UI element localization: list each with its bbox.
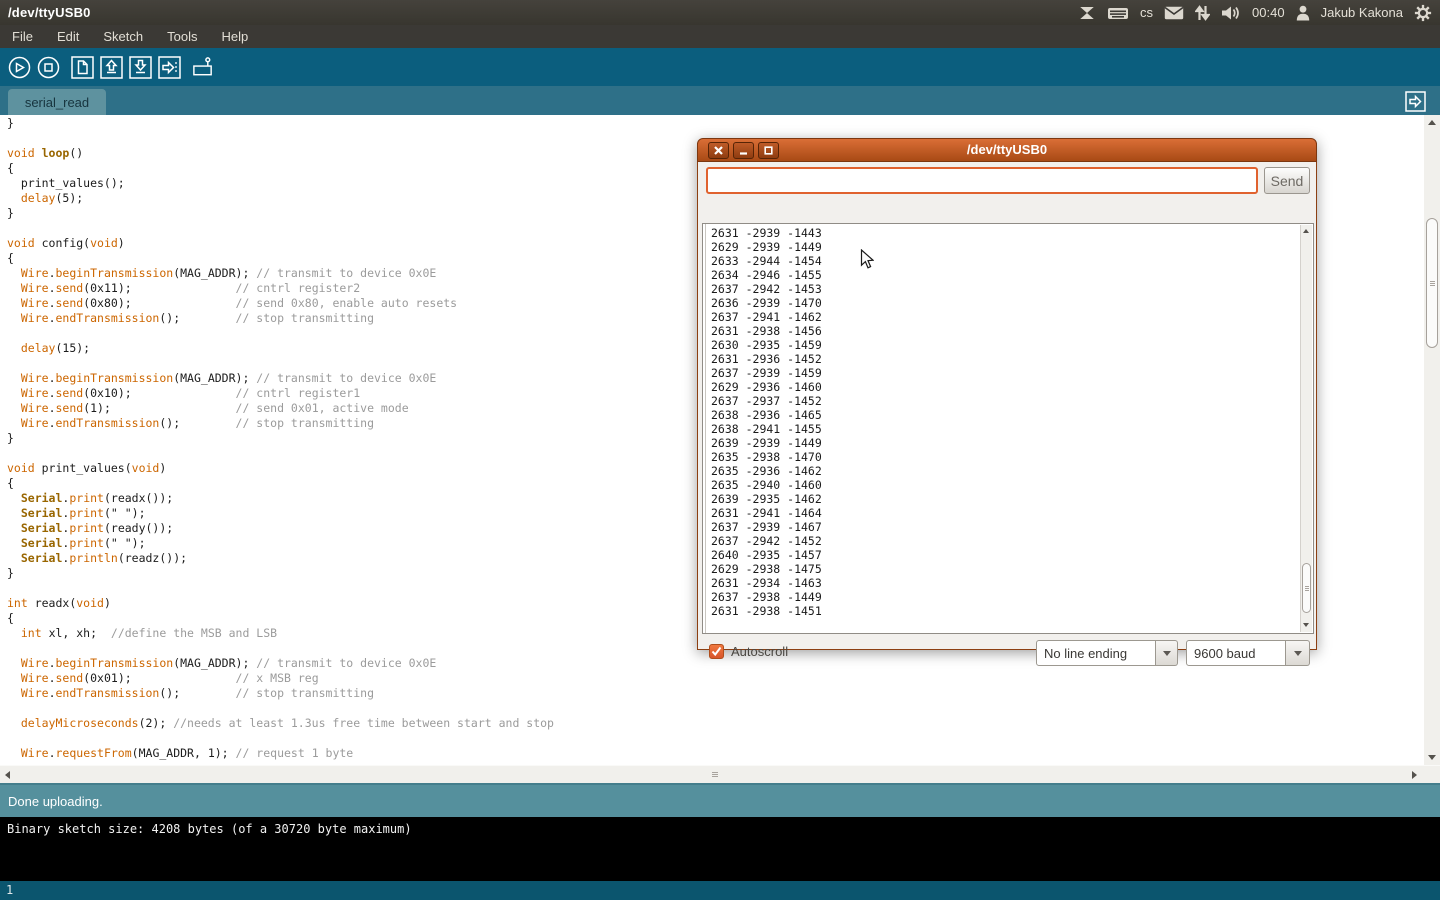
autoscroll-checkbox[interactable] [709,644,724,659]
chevron-down-icon [1294,651,1302,656]
session-gear-icon[interactable] [1414,4,1432,22]
tab-bar: serial_read [0,86,1440,115]
user-icon [1296,5,1310,21]
serial-vscrollbar[interactable] [1300,225,1312,632]
stop-button[interactable] [36,55,60,79]
build-console: Binary sketch size: 4208 bytes (of a 307… [0,817,1440,881]
serial-input[interactable] [706,167,1258,194]
active-window-title: /dev/ttyUSB0 [0,5,91,20]
serial-window-title: /dev/ttyUSB0 [698,142,1316,157]
status-message: Done uploading. [8,794,103,809]
verify-button[interactable] [7,55,31,79]
baud-rate-value: 9600 baud [1194,646,1255,661]
menu-help[interactable]: Help [209,26,260,47]
top-panel: /dev/ttyUSB0 cs 00:40 Jakub Kakona [0,0,1440,25]
serial-bottom-bar: Autoscroll No line ending 9600 baud [698,640,1316,670]
new-sketch-button[interactable] [70,55,94,79]
menu-file[interactable]: File [0,26,45,47]
scroll-left-icon[interactable] [5,771,10,779]
serial-window-titlebar[interactable]: /dev/ttyUSB0 [697,138,1317,162]
editor-vscrollbar[interactable] [1424,115,1440,765]
menu-bar: File Edit Sketch Tools Help [0,25,1440,48]
status-bar: Done uploading. [0,783,1440,817]
tab-serial-read[interactable]: serial_read [8,89,106,115]
chevron-down-icon [1163,651,1171,656]
tab-menu-button[interactable] [1404,90,1426,112]
network-sync-icon[interactable] [1195,5,1210,21]
baud-rate-dropdown-button[interactable] [1286,640,1310,666]
serial-scroll-down-icon[interactable] [1303,623,1309,627]
clock-label[interactable]: 00:40 [1252,5,1285,20]
notification-indicator-icon[interactable] [1078,4,1096,22]
menu-sketch[interactable]: Sketch [91,26,155,47]
ide-toolbar [0,48,1440,86]
serial-vscroll-thumb[interactable] [1302,563,1311,613]
autoscroll-label[interactable]: Autoscroll [731,644,788,659]
scroll-up-icon[interactable] [1428,120,1436,125]
send-button[interactable]: Send [1264,167,1310,194]
save-button[interactable] [128,55,152,79]
menu-edit[interactable]: Edit [45,26,91,47]
line-ending-select[interactable]: No line ending [1036,640,1156,666]
serial-monitor-button[interactable] [191,55,215,79]
console-text: Binary sketch size: 4208 bytes (of a 307… [7,822,412,836]
editor-vscroll-thumb[interactable] [1426,218,1438,348]
line-ending-value: No line ending [1044,646,1127,661]
keyboard-layout-icon[interactable] [1107,5,1129,21]
editor-hscrollbar[interactable] [0,765,1440,783]
open-button[interactable] [99,55,123,79]
system-tray: cs 00:40 Jakub Kakona [1078,0,1440,25]
menu-tools[interactable]: Tools [155,26,209,47]
user-name-label[interactable]: Jakub Kakona [1321,5,1403,20]
serial-scroll-up-icon[interactable] [1303,229,1309,233]
mouse-cursor [860,249,874,275]
scroll-right-icon[interactable] [1412,771,1417,779]
tab-label: serial_read [25,95,89,110]
hscroll-grip[interactable] [712,772,718,778]
scroll-grip [1430,281,1435,287]
keyboard-layout-label[interactable]: cs [1140,5,1153,20]
scroll-grip [1305,586,1309,592]
mail-icon[interactable] [1164,6,1184,20]
upload-button[interactable] [157,55,181,79]
volume-icon[interactable] [1221,5,1241,21]
desktop: /dev/ttyUSB0 cs 00:40 Jakub Kakona [0,0,1440,900]
serial-monitor-window: /dev/ttyUSB0 Send 2631 -2939 -14432629 -… [697,138,1317,650]
serial-window-body: Send 2631 -2939 -14432629 -2939 -1449263… [697,162,1317,650]
scroll-down-icon[interactable] [1428,755,1436,760]
line-number-strip: 1 [0,881,1440,900]
line-ending-dropdown-button[interactable] [1156,640,1178,666]
baud-rate-select[interactable]: 9600 baud [1186,640,1286,666]
current-line-number: 1 [6,883,13,897]
serial-output[interactable]: 2631 -2939 -14432629 -2939 -14492633 -29… [702,223,1314,634]
